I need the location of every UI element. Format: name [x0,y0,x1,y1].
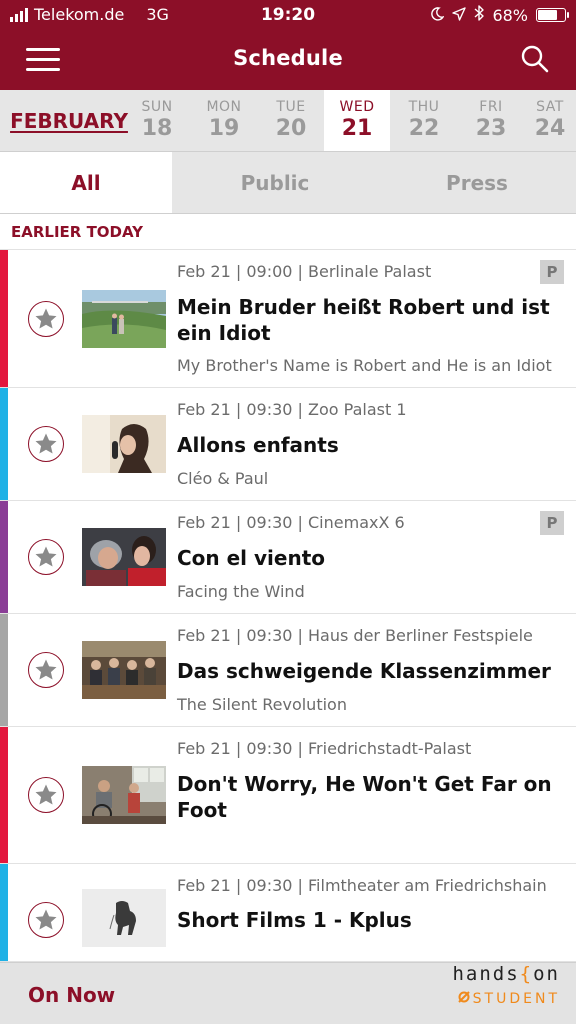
event-subtitle: Facing the Wind [177,582,305,601]
day-name: FRI [479,99,503,115]
event-title: Allons enfants [177,433,339,457]
category-color-bar [0,614,8,726]
event-row[interactable]: Feb 21 | 09:30 | Filmtheater am Friedric… [0,864,576,962]
event-row[interactable]: Feb 21 | 09:30 | Friedrichstadt-Palast D… [0,727,576,864]
tab-public[interactable]: Public [172,152,378,213]
film-thumbnail [82,528,166,586]
day-fri[interactable]: FRI 23 [458,90,524,151]
handson-logo-text: hands{on [452,963,560,985]
tab-press[interactable]: Press [378,152,576,213]
day-name: TUE [276,99,306,115]
filter-tabs: All Public Press [0,152,576,214]
favorite-star-button[interactable] [28,652,64,688]
day-number: 22 [408,116,440,141]
category-color-bar [0,864,8,961]
berlinale-bear-logo [82,889,166,947]
brand-mark-icon [457,991,470,1007]
event-subtitle: Cléo & Paul [177,469,269,488]
event-title: Das schweigende Klassenzimmer [177,659,551,683]
battery-percent: 68% [492,5,528,25]
press-badge: P [540,260,564,284]
event-meta: Feb 21 | 09:30 | Friedrichstadt-Palast [177,739,472,758]
category-color-bar [0,388,8,500]
bottom-bar: On Now hands{on STUDENT [0,962,576,1024]
event-subtitle: My Brother's Name is Robert and He is an… [177,356,552,375]
section-header: EARLIER TODAY [0,214,576,250]
favorite-star-button[interactable] [28,777,64,813]
search-icon[interactable] [520,44,550,74]
battery-fill [538,10,558,20]
favorite-star-button[interactable] [28,426,64,462]
day-sun[interactable]: SUN 18 [124,90,190,151]
day-name: SAT [536,99,564,115]
day-number: 20 [275,116,307,141]
category-color-bar [0,501,8,613]
event-title: Mein Bruder heißt Robert und ist ein Idi… [177,295,550,345]
app-topbar: Telekom.de 3G 19:20 68% Schedule [0,0,576,90]
star-icon [35,784,57,805]
event-meta: Feb 21 | 09:30 | Haus der Berliner Fests… [177,626,533,645]
on-now-button[interactable]: On Now [28,983,115,1007]
student-logo: STUDENT [457,991,560,1007]
film-thumbnail [82,641,166,699]
day-name: WED [339,99,375,115]
brand-student-text: STUDENT [472,991,560,1007]
day-sat[interactable]: SAT 24 [524,90,576,151]
event-row[interactable]: Feb 21 | 09:30 | Haus der Berliner Fests… [0,614,576,727]
event-subtitle: The Silent Revolution [177,695,347,714]
star-icon [35,546,57,567]
day-number: 23 [475,116,507,141]
film-thumbnail [82,766,166,824]
favorite-star-button[interactable] [28,902,64,938]
event-meta: Feb 21 | 09:30 | Filmtheater am Friedric… [177,876,547,895]
category-color-bar [0,727,8,863]
event-row[interactable]: Feb 21 | 09:30 | CinemaxX 6 P Con el vie… [0,501,576,614]
day-name: MON [206,99,242,115]
day-name: SUN [141,99,173,115]
film-thumbnail [82,415,166,473]
page-title: Schedule [233,46,343,70]
date-selector: FEBRUARY SUN 18 MON 19 TUE 20 WED 21 THU… [0,90,576,152]
day-name: THU [408,99,440,115]
day-tue[interactable]: TUE 20 [258,90,324,151]
event-title: Don't Worry, He Won't Get Far on Foot [177,772,552,822]
event-meta: Feb 21 | 09:00 | Berlinale Palast [177,262,432,281]
favorite-star-button[interactable] [28,539,64,575]
brand-text-a: hands [452,963,520,985]
category-color-bar [0,250,8,387]
event-title: Con el viento [177,546,325,570]
location-arrow-icon [452,6,467,25]
favorite-star-button[interactable] [28,301,64,337]
press-badge: P [540,511,564,535]
star-icon [35,433,57,454]
day-wed[interactable]: WED 21 [324,90,390,151]
moon-icon [430,6,445,25]
star-icon [35,308,57,329]
event-row[interactable]: Feb 21 | 09:30 | Zoo Palast 1 Allons enf… [0,388,576,501]
day-mon[interactable]: MON 19 [191,90,257,151]
star-icon [35,659,57,680]
brand-brace: { [519,963,534,985]
event-meta: Feb 21 | 09:30 | CinemaxX 6 [177,513,405,532]
battery-icon [536,8,569,22]
app-header: Schedule [0,30,576,90]
day-number: 19 [208,116,240,141]
event-meta: Feb 21 | 09:30 | Zoo Palast 1 [177,400,407,419]
bluetooth-icon [474,5,485,25]
event-title: Short Films 1 - Kplus [177,908,412,932]
status-right: 68% [430,5,569,25]
tab-all[interactable]: All [0,152,172,213]
status-bar: Telekom.de 3G 19:20 68% [0,0,576,30]
day-number: 18 [141,116,173,141]
brand-text-c: on [533,963,560,985]
day-number: 21 [341,116,373,141]
star-icon [35,909,57,930]
day-thu[interactable]: THU 22 [391,90,457,151]
month-button[interactable]: FEBRUARY [0,90,138,151]
day-number: 24 [534,116,566,141]
event-row[interactable]: Feb 21 | 09:00 | Berlinale Palast P Mein… [0,250,576,388]
film-thumbnail [82,290,166,348]
